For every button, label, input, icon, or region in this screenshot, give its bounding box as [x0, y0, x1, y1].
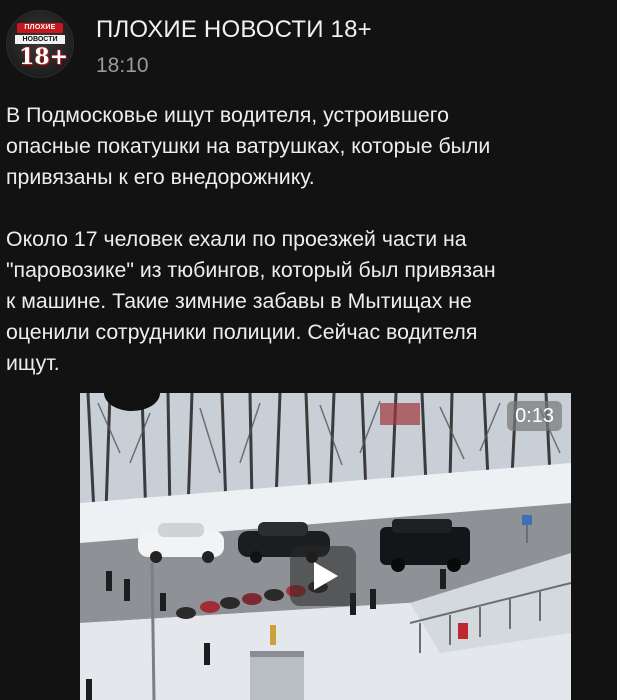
telegram-post: ПЛОХИЕ НОВОСТИ 18+ ПЛОХИЕ НОВОСТИ 18+ 18…	[0, 0, 617, 700]
play-icon	[314, 562, 338, 590]
text-line: ищут.	[6, 351, 60, 375]
video-player[interactable]: 0:13	[80, 393, 571, 700]
channel-avatar[interactable]: ПЛОХИЕ НОВОСТИ 18+	[6, 10, 74, 78]
avatar-label-top: ПЛОХИЕ	[17, 23, 63, 33]
text-line: оценили сотрудники полиции. Сейчас водит…	[6, 320, 478, 344]
play-button[interactable]	[290, 546, 356, 606]
post-text: В Подмосковье ищут водителя, устроившего…	[6, 100, 617, 379]
text-line: привязаны к его внедорожнику.	[6, 165, 315, 189]
paragraph-1: В Подмосковье ищут водителя, устроившего…	[6, 100, 617, 193]
text-line: Около 17 человек ехали по проезжей части…	[6, 227, 467, 251]
text-line: опасные покатушки на ватрушках, которые …	[6, 134, 491, 158]
avatar-label-age: 18+	[19, 44, 69, 70]
post-header: ПЛОХИЕ НОВОСТИ 18+ ПЛОХИЕ НОВОСТИ 18+ 18…	[0, 0, 617, 90]
text-line: к машине. Такие зимние забавы в Мытищах …	[6, 289, 472, 313]
paragraph-2: Около 17 человек ехали по проезжей части…	[6, 224, 617, 379]
text-line: В Подмосковье ищут водителя, устроившего	[6, 103, 449, 127]
avatar-label-mid: НОВОСТИ	[15, 35, 65, 44]
text-line: "паровозике" из тюбингов, который был пр…	[6, 258, 496, 282]
post-time: 18:10	[96, 54, 149, 77]
channel-name[interactable]: ПЛОХИЕ НОВОСТИ 18+	[96, 16, 372, 44]
video-duration: 0:13	[507, 401, 562, 431]
